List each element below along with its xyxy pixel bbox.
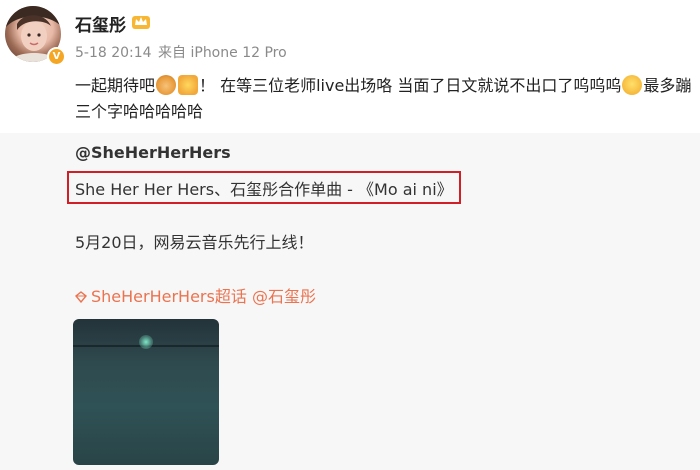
mention-link[interactable]: @石玺彤 — [252, 287, 316, 306]
grin-emoji-icon — [622, 75, 643, 95]
post-author-name[interactable]: 石玺彤 — [75, 11, 126, 36]
vip-crown-icon[interactable] — [131, 12, 151, 30]
post-meta: 5-18 20:14 来自 iPhone 12 Pro — [75, 42, 289, 62]
post-body: 一起期待吧！ 在等三位老师live出场咯 当面了日文就说不出口了呜呜呜 最多蹦三个… — [75, 73, 695, 125]
supertopic-link[interactable]: SheHerHerHers超话 — [91, 287, 247, 306]
post-timestamp[interactable]: 5-18 20:14 — [75, 45, 152, 61]
post-text-part1: 一起期待吧 — [75, 76, 156, 95]
supertopic-diamond-icon — [75, 291, 87, 303]
verified-badge-icon: V — [47, 47, 66, 66]
post-source: 来自 iPhone 12 Pro — [158, 45, 287, 61]
highlighted-song-line: She Her Her Hers、石玺彤合作单曲 - 《Mo ai ni》 — [67, 171, 461, 204]
cat-emoji-icon — [156, 75, 177, 95]
video-thumbnail[interactable] — [73, 319, 219, 465]
repost-author[interactable]: @SheHerHerHers — [75, 143, 231, 162]
light-glow — [139, 335, 153, 349]
release-announcement: 5月20日，网易云音乐先行上线！ — [75, 233, 314, 252]
post-text-part2: ！ 在等三位老师live出场咯 当面了日文就说不出口了呜呜呜 — [199, 76, 622, 95]
topic-row: SheHerHerHers超话 @石玺彤 — [75, 283, 316, 307]
excited-emoji-icon — [178, 75, 199, 95]
repost-card[interactable]: @SheHerHerHers She Her Her Hers、石玺彤合作单曲 … — [0, 133, 700, 470]
